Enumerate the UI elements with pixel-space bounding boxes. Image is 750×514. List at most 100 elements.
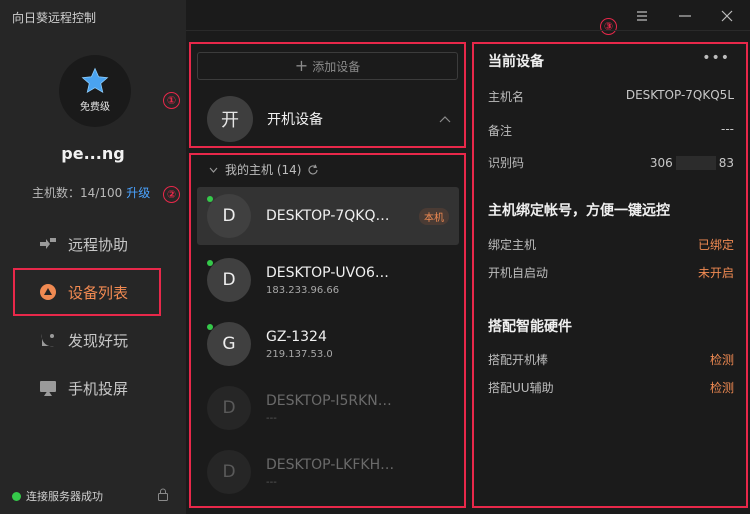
nav-item-device-list[interactable]: 设备列表	[0, 268, 186, 316]
device-row[interactable]: D DESKTOP-LKFKH7B ---	[197, 443, 459, 501]
nav-label: 远程协助	[68, 235, 129, 254]
menu-icon[interactable]	[632, 6, 652, 26]
panel-title: 当前设备	[488, 54, 544, 70]
boot-stick-row: 搭配开机棒 检测	[488, 351, 734, 368]
more-icon[interactable]: •••	[702, 50, 730, 66]
device-avatar: G	[207, 322, 251, 366]
chevron-up-icon[interactable]	[439, 115, 451, 123]
device-avatar-letter: G	[222, 334, 236, 354]
app-title: 向日葵远程控制	[12, 11, 97, 25]
avatar[interactable]: 免费级	[59, 55, 131, 127]
device-avatar: D	[207, 194, 251, 238]
device-avatar: D	[207, 258, 251, 302]
device-row[interactable]: D DESKTOP-UVO6R4F 183.233.96.66	[197, 251, 459, 309]
boot-device-label: 开机设备	[267, 112, 323, 128]
online-dot-icon	[207, 196, 213, 202]
close-icon[interactable]	[717, 6, 737, 26]
device-avatar-letter: D	[222, 398, 236, 418]
online-dot-icon	[207, 260, 213, 266]
lock-icon[interactable]	[157, 488, 169, 501]
nav-item-remote-assist[interactable]: 远程协助	[0, 220, 186, 268]
connection-status: 连接服务器成功	[12, 488, 103, 504]
local-badge: 本机	[419, 208, 449, 225]
group-label: 我的主机 (14)	[225, 163, 302, 177]
hardware-section-title: 搭配智能硬件	[488, 319, 572, 335]
boot-stick-check-button[interactable]: 检测	[710, 351, 734, 368]
bound-row: 绑定主机 已绑定	[488, 236, 734, 253]
device-info: DESKTOP-UVO6R4F 183.233.96.66	[266, 265, 459, 296]
nav-item-discover[interactable]: 发现好玩	[0, 316, 186, 364]
plus-icon: +	[294, 56, 309, 75]
bind-section-title: 主机绑定帐号，方便一键远控	[488, 203, 670, 219]
hostname-row: 主机名 DESKTOP-7QKQ5L	[488, 88, 734, 105]
uu-assist-label: 搭配UU辅助	[488, 381, 554, 395]
autostart-row: 开机自启动 未开启	[488, 264, 734, 281]
hostname-label: 主机名	[488, 90, 525, 104]
username: pe...ng	[61, 144, 125, 163]
identifier-suffix: 83	[718, 155, 734, 170]
device-ip: ---	[266, 476, 277, 488]
nav-label: 手机投屏	[68, 379, 129, 398]
remote-assist-icon	[40, 238, 56, 249]
annotation-2: ②	[163, 186, 180, 203]
identifier-value: 306 83	[650, 154, 734, 171]
device-info: DESKTOP-LKFKH7B ---	[266, 457, 459, 488]
nav-item-screen-cast[interactable]: 手机投屏	[0, 364, 186, 412]
screen-cast-icon	[40, 381, 56, 396]
star-icon	[81, 67, 109, 93]
device-name: DESKTOP-I5RKNBD	[266, 392, 398, 409]
host-count: 主机数：14/100 升级	[32, 184, 150, 201]
device-actions-panel: + 添加设备 开 开机设备	[189, 42, 466, 148]
device-avatar-letter: D	[222, 462, 236, 482]
group-header[interactable]: 我的主机 (14)	[209, 161, 319, 178]
device-row[interactable]: G GZ-1324 219.137.53.0	[197, 315, 459, 373]
device-ip: ---	[266, 412, 277, 424]
device-avatar-letter: D	[222, 206, 236, 226]
annotation-3: ③	[600, 18, 617, 35]
identifier-label: 识别码	[488, 156, 525, 170]
bound-label: 绑定主机	[488, 238, 537, 252]
nav-menu: 远程协助 设备列表 发现好玩 手机投屏	[0, 220, 186, 412]
remark-row: 备注 ---	[488, 122, 734, 139]
device-name: DESKTOP-LKFKH7B	[266, 456, 398, 473]
tier-label: 免费级	[80, 101, 110, 113]
device-info: DESKTOP-I5RKNBD ---	[266, 393, 459, 424]
device-ip: 183.233.96.66	[266, 284, 340, 296]
nav-label: 发现好玩	[68, 331, 129, 350]
device-row[interactable]: D DESKTOP-7QKQ5L… 本机	[197, 187, 459, 245]
minimize-icon[interactable]	[675, 6, 695, 26]
device-row[interactable]: D DESKTOP-I5RKNBD ---	[197, 379, 459, 437]
chevron-down-icon	[209, 167, 218, 173]
device-avatar: D	[207, 386, 251, 430]
current-device-panel: 当前设备 ••• 主机名 DESKTOP-7QKQ5L 备注 --- 识别码 3…	[472, 42, 748, 508]
device-list-icon	[40, 284, 56, 300]
identifier-mask	[675, 155, 716, 170]
discover-icon	[41, 334, 54, 347]
device-ip: 219.137.53.0	[266, 348, 333, 360]
boot-device-avatar: 开	[207, 96, 253, 142]
bound-value[interactable]: 已绑定	[698, 236, 734, 253]
refresh-icon[interactable]	[307, 164, 319, 176]
divider	[186, 30, 750, 31]
host-count-label: 主机数：14/100	[32, 186, 123, 200]
online-dot-icon	[207, 324, 213, 330]
device-avatar: D	[207, 450, 251, 494]
autostart-label: 开机自启动	[488, 266, 549, 280]
boot-device-row[interactable]: 开 开机设备	[207, 96, 457, 142]
identifier-row: 识别码 306 83	[488, 154, 734, 171]
remark-label: 备注	[488, 124, 513, 138]
identifier-prefix: 306	[649, 155, 673, 170]
remark-value[interactable]: ---	[721, 122, 734, 139]
upgrade-link[interactable]: 升级	[126, 186, 150, 200]
hostname-value: DESKTOP-7QKQ5L	[625, 88, 734, 102]
add-device-button[interactable]: + 添加设备	[197, 52, 458, 80]
uu-assist-check-button[interactable]: 检测	[710, 379, 734, 396]
highlight-box	[13, 268, 161, 316]
autostart-value[interactable]: 未开启	[698, 264, 734, 281]
sidebar: 向日葵远程控制 免费级 ① pe...ng 主机数：14/100 升级 ② 远程协…	[0, 0, 186, 514]
annotation-1: ①	[163, 92, 180, 109]
device-name: DESKTOP-7QKQ5L…	[266, 208, 396, 224]
uu-assist-row: 搭配UU辅助 检测	[488, 379, 734, 396]
status-dot-icon	[12, 491, 21, 501]
device-info: GZ-1324 219.137.53.0	[266, 329, 459, 360]
